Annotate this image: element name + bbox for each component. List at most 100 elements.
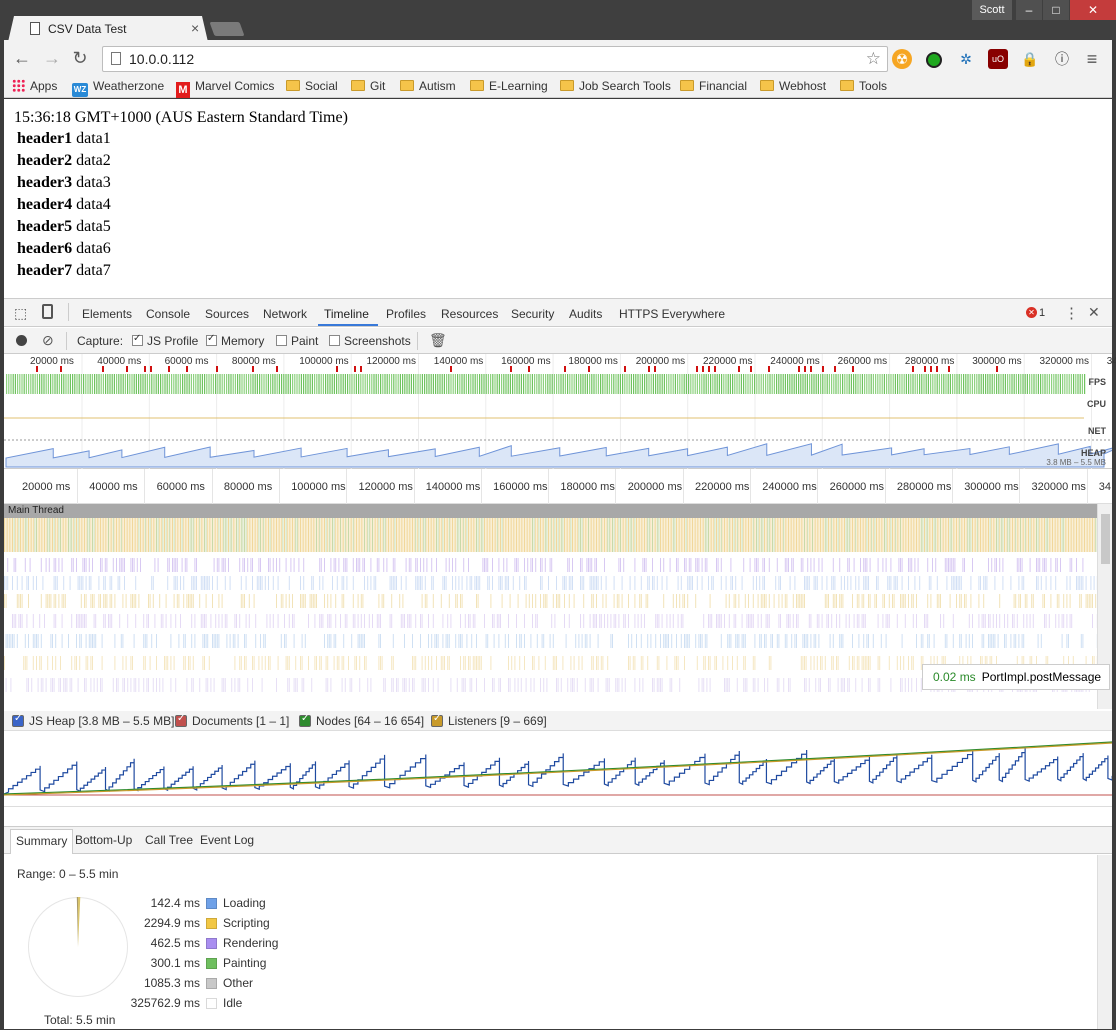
tab-resources[interactable]: Resources bbox=[441, 307, 498, 321]
memory-lines bbox=[4, 741, 1112, 796]
counter-listeners[interactable]: Listeners [9 – 669] bbox=[431, 713, 547, 728]
menu-icon[interactable]: ≡ bbox=[1082, 49, 1102, 69]
bookmark-folder-tools[interactable]: Tools bbox=[840, 79, 887, 93]
clear-icon[interactable]: ⊘ bbox=[42, 332, 54, 349]
checkbox-icon[interactable] bbox=[206, 333, 217, 346]
tab-security[interactable]: Security bbox=[511, 307, 554, 321]
tab-summary[interactable]: Summary bbox=[10, 829, 74, 854]
data-row: header7 data7 bbox=[17, 262, 111, 279]
extension-lock-icon[interactable]: 🔒 bbox=[1020, 49, 1040, 69]
legend-swatch bbox=[206, 958, 217, 969]
ruler-tick-label: 60000 ms bbox=[156, 481, 205, 493]
bookmark-folder-autism[interactable]: Autism bbox=[400, 79, 456, 93]
address-bar[interactable]: 10.0.0.112 ☆ bbox=[102, 46, 888, 72]
extension-info-icon[interactable]: ⓘ bbox=[1052, 49, 1072, 69]
capture-screenshots[interactable]: Screenshots bbox=[329, 334, 411, 348]
tab-network[interactable]: Network bbox=[263, 307, 307, 321]
page-icon bbox=[30, 22, 40, 35]
trash-icon[interactable]: 🗑 bbox=[429, 332, 447, 349]
checkbox-icon[interactable] bbox=[299, 713, 311, 727]
browser-tab[interactable]: CSV Data Test × bbox=[8, 16, 208, 42]
checkbox-icon[interactable] bbox=[276, 335, 287, 346]
tab-bottom-up[interactable]: Bottom-Up bbox=[75, 833, 132, 847]
extension-network-icon[interactable]: ✲ bbox=[956, 49, 976, 69]
bookmark-star-icon[interactable]: ☆ bbox=[866, 49, 881, 69]
bookmark-weatherzone[interactable]: WZ Weatherzone bbox=[72, 79, 164, 97]
counter-documents[interactable]: Documents [1 – 1] bbox=[175, 713, 289, 728]
devtools-menu-icon[interactable]: ⋮ bbox=[1064, 304, 1079, 322]
tab-profiles[interactable]: Profiles bbox=[386, 307, 426, 321]
data-row: header1 data1 bbox=[17, 130, 111, 147]
legend-swatch bbox=[206, 918, 217, 929]
checkbox-icon[interactable] bbox=[132, 333, 143, 346]
ruler-tick-label: 300000 ms bbox=[964, 481, 1019, 493]
counter-js-heap[interactable]: JS Heap [3.8 MB – 5.5 MB] bbox=[12, 713, 174, 728]
tab-event-log[interactable]: Event Log bbox=[200, 833, 254, 847]
timeline-toolbar: ⊘ Capture: JS Profile Memory Paint Scree… bbox=[4, 328, 1112, 354]
url-text[interactable]: 10.0.0.112 bbox=[129, 51, 194, 67]
gridline bbox=[817, 469, 819, 504]
gridline bbox=[413, 469, 415, 504]
bookmark-folder-social[interactable]: Social bbox=[286, 79, 338, 93]
counter-nodes[interactable]: Nodes [64 – 16 654] bbox=[299, 713, 424, 728]
tooltip-function: PortImpl.postMessage bbox=[981, 670, 1102, 684]
browser-toolbar: ← → ↻ 10.0.0.112 ☆ ☢ ✲ uO 🔒 ⓘ ≡ bbox=[4, 40, 1112, 76]
bookmark-apps[interactable]: Apps bbox=[12, 79, 57, 93]
devtools-close-icon[interactable]: ✕ bbox=[1088, 304, 1100, 321]
tab-close-icon[interactable]: × bbox=[191, 20, 199, 36]
tab-sources[interactable]: Sources bbox=[205, 307, 249, 321]
data-row: header2 data2 bbox=[17, 152, 111, 169]
error-icon[interactable]: ✕ bbox=[1026, 307, 1037, 318]
profile-button[interactable]: Scott bbox=[972, 0, 1012, 20]
ublock-icon[interactable]: uO bbox=[988, 49, 1008, 69]
tab-elements[interactable]: Elements bbox=[82, 307, 132, 321]
scrollbar-thumb[interactable] bbox=[1101, 514, 1110, 564]
record-button[interactable] bbox=[16, 335, 27, 346]
maximize-button[interactable]: □ bbox=[1043, 0, 1069, 20]
capture-js-profile[interactable]: JS Profile bbox=[132, 333, 198, 348]
folder-icon bbox=[351, 80, 365, 91]
bookmark-marvel[interactable]: M Marvel Comics bbox=[176, 79, 274, 98]
bookmark-folder-webhost[interactable]: Webhost bbox=[760, 79, 826, 93]
extension-icon[interactable]: ☢ bbox=[892, 49, 912, 69]
checkbox-icon[interactable] bbox=[175, 713, 187, 727]
back-button[interactable]: ← bbox=[10, 46, 34, 70]
ruler-tick-label: 200000 ms bbox=[627, 481, 683, 493]
ruler-tick-label: 240000 ms bbox=[762, 481, 817, 493]
tab-https-everywhere[interactable]: HTTPS Everywhere bbox=[619, 307, 725, 321]
tab-call-tree[interactable]: Call Tree bbox=[145, 833, 193, 847]
extension-green-icon[interactable] bbox=[924, 49, 944, 69]
summary-scrollbar[interactable] bbox=[1097, 855, 1112, 1029]
gridline bbox=[682, 469, 684, 504]
tab-console[interactable]: Console bbox=[146, 307, 190, 321]
capture-paint[interactable]: Paint bbox=[276, 334, 318, 348]
new-tab-button[interactable] bbox=[209, 22, 245, 36]
main-thread-header[interactable]: Main Thread bbox=[4, 504, 1097, 518]
toolbar-divider bbox=[417, 332, 418, 350]
device-mode-icon[interactable] bbox=[42, 304, 53, 319]
checkbox-icon[interactable] bbox=[329, 335, 340, 346]
toolbar-divider bbox=[68, 303, 69, 321]
timeline-overview[interactable]: 20000 ms 40000 ms 60000 ms 80000 ms 100000 m… bbox=[4, 354, 1116, 469]
ruler-tick-label: 34 bbox=[1098, 481, 1112, 493]
minimize-button[interactable]: – bbox=[1016, 0, 1042, 20]
checkbox-icon[interactable] bbox=[12, 713, 24, 727]
cpu-label: CPU bbox=[1086, 399, 1106, 409]
bookmark-folder-jobsearch[interactable]: Job Search Tools bbox=[560, 79, 671, 93]
bookmark-folder-elearning[interactable]: E-Learning bbox=[470, 79, 548, 93]
inspect-element-icon[interactable]: ⬚ bbox=[14, 305, 27, 322]
reload-button[interactable]: ↻ bbox=[68, 46, 92, 70]
bookmark-folder-git[interactable]: Git bbox=[351, 79, 385, 93]
checkbox-icon[interactable] bbox=[431, 713, 443, 727]
tab-timeline[interactable]: Timeline bbox=[324, 307, 369, 321]
ruler-tick-label: 140000 ms bbox=[425, 481, 481, 493]
capture-memory[interactable]: Memory bbox=[206, 333, 264, 348]
forward-button[interactable]: → bbox=[40, 46, 64, 70]
bookmark-folder-financial[interactable]: Financial bbox=[680, 79, 747, 93]
tab-audits[interactable]: Audits bbox=[569, 307, 602, 321]
legend-value: 2294.9 ms bbox=[143, 916, 200, 930]
close-window-button[interactable]: ✕ bbox=[1070, 0, 1116, 20]
error-count[interactable]: 1 bbox=[1039, 307, 1045, 319]
net-label: NET bbox=[1088, 426, 1106, 436]
data-row: header5 data5 bbox=[17, 218, 111, 235]
